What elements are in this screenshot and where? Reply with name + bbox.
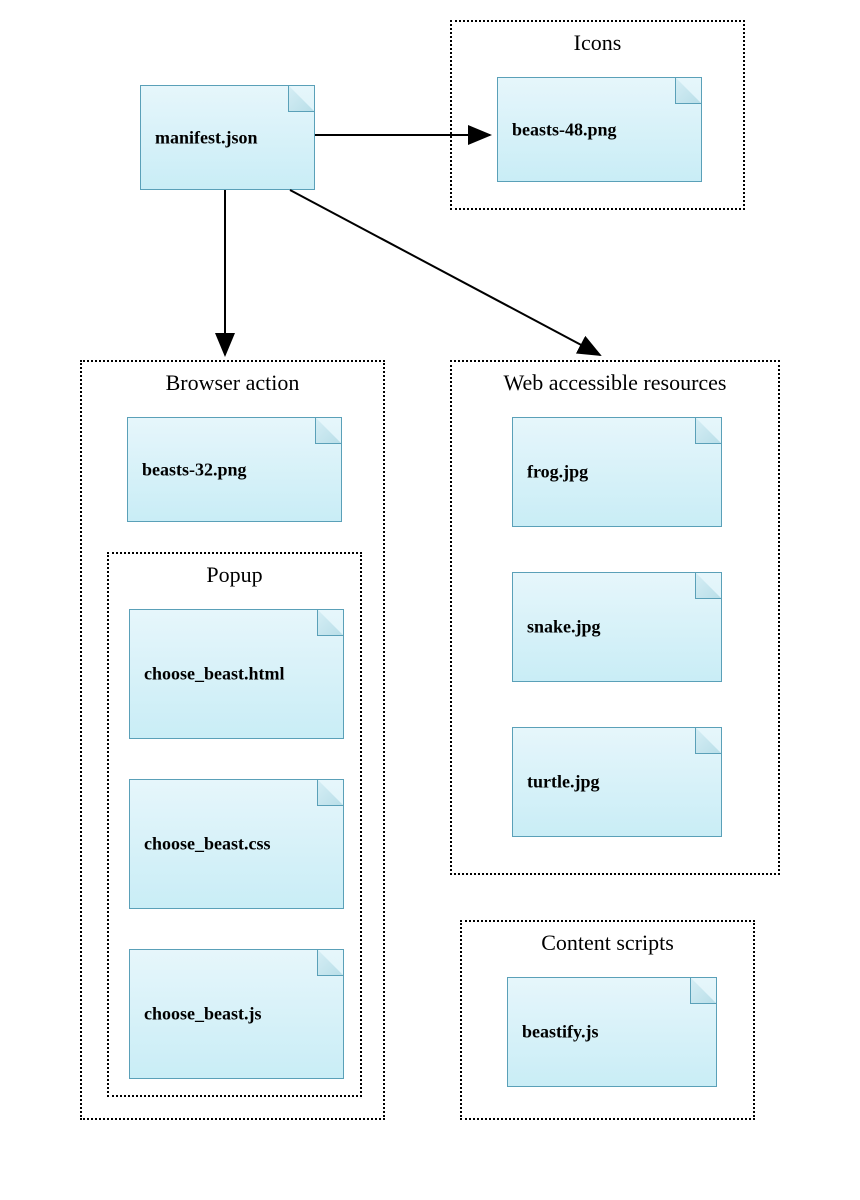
file-fold-icon [315, 417, 342, 444]
file-label: beastify.js [522, 1022, 599, 1043]
diagram-canvas: manifest.json Icons beasts-48.png Browse… [0, 0, 860, 1200]
file-beastify-js: beastify.js [507, 977, 717, 1087]
file-label: frog.jpg [527, 462, 588, 483]
file-beasts-32-png: beasts-32.png [127, 417, 342, 522]
group-browser-action: Browser action beasts-32.png Popup choos… [80, 360, 385, 1120]
group-popup: Popup choose_beast.html choose_beast.css… [107, 552, 362, 1097]
file-fold-icon [317, 779, 344, 806]
file-label: choose_beast.js [144, 1004, 262, 1025]
file-fold-icon [695, 417, 722, 444]
file-label: choose_beast.css [144, 834, 271, 855]
group-icons: Icons beasts-48.png [450, 20, 745, 210]
group-title-icons: Icons [452, 30, 743, 56]
file-label: beasts-32.png [142, 459, 247, 480]
file-fold-icon [690, 977, 717, 1004]
file-fold-icon [675, 77, 702, 104]
group-title-browser-action: Browser action [82, 370, 383, 396]
file-turtle-jpg: turtle.jpg [512, 727, 722, 837]
file-label: manifest.json [155, 127, 258, 148]
arrow-manifest-to-web-accessible [290, 190, 600, 355]
file-fold-icon [695, 572, 722, 599]
file-beasts-48-png: beasts-48.png [497, 77, 702, 182]
file-choose-beast-js: choose_beast.js [129, 949, 344, 1079]
file-fold-icon [288, 85, 315, 112]
file-choose-beast-html: choose_beast.html [129, 609, 344, 739]
file-label: choose_beast.html [144, 664, 285, 685]
file-snake-jpg: snake.jpg [512, 572, 722, 682]
group-title-web-accessible: Web accessible resources [452, 370, 778, 396]
file-fold-icon [317, 949, 344, 976]
file-fold-icon [695, 727, 722, 754]
group-title-content-scripts: Content scripts [462, 930, 753, 956]
file-manifest-json: manifest.json [140, 85, 315, 190]
file-label: turtle.jpg [527, 772, 599, 793]
file-choose-beast-css: choose_beast.css [129, 779, 344, 909]
group-title-popup: Popup [109, 562, 360, 588]
file-label: snake.jpg [527, 617, 601, 638]
group-web-accessible-resources: Web accessible resources frog.jpg snake.… [450, 360, 780, 875]
group-content-scripts: Content scripts beastify.js [460, 920, 755, 1120]
file-fold-icon [317, 609, 344, 636]
file-frog-jpg: frog.jpg [512, 417, 722, 527]
file-label: beasts-48.png [512, 119, 617, 140]
